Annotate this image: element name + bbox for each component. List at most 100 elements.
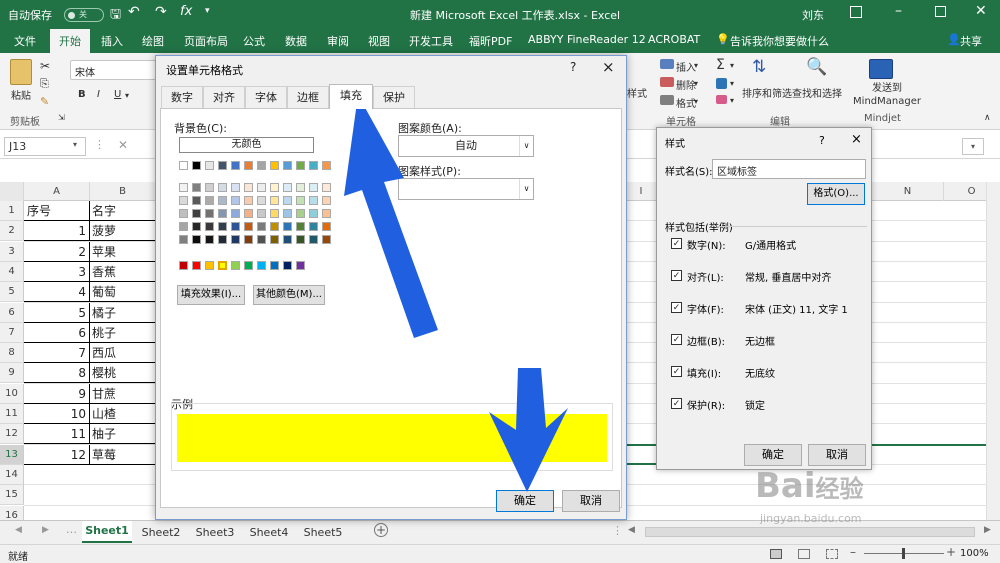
zoom-level[interactable]: 100% — [960, 548, 989, 559]
color-swatch[interactable] — [218, 209, 227, 218]
color-swatch[interactable] — [257, 209, 266, 218]
tab-review[interactable]: 审阅 — [327, 33, 349, 49]
pattern-style-dropdown-icon[interactable]: ∨ — [519, 179, 533, 199]
color-swatch[interactable] — [257, 196, 266, 205]
color-swatch[interactable] — [296, 235, 305, 244]
row-header[interactable]: 2 — [0, 221, 24, 242]
color-swatch[interactable] — [322, 161, 331, 170]
cancel-entry-icon[interactable]: ✕ — [118, 138, 128, 152]
color-swatch[interactable] — [218, 196, 227, 205]
color-swatch[interactable] — [179, 222, 188, 231]
color-swatch[interactable] — [296, 161, 305, 170]
sheet-tab-sheet1[interactable]: Sheet1 — [82, 521, 132, 543]
row-header[interactable]: 4 — [0, 261, 24, 282]
style-item-checkbox[interactable]: ✓ — [671, 366, 682, 377]
row-header[interactable]: 10 — [0, 383, 24, 404]
function-icon[interactable]: fx — [180, 4, 192, 19]
user-name[interactable]: 刘东 — [802, 7, 824, 23]
cell-a[interactable]: 7 — [24, 343, 90, 364]
cell-b[interactable]: 苹果 — [90, 241, 156, 262]
color-swatch[interactable] — [231, 196, 240, 205]
fill-effects-button[interactable]: 填充效果(I)... — [177, 285, 245, 305]
tab-developer[interactable]: 开发工具 — [409, 33, 453, 49]
cell-a[interactable]: 5 — [24, 302, 90, 323]
cell-a[interactable]: 3 — [24, 261, 90, 282]
page-break-view-icon[interactable] — [826, 549, 838, 559]
color-swatch[interactable] — [309, 183, 318, 192]
tab-foxit-pdf[interactable]: 福昕PDF — [469, 33, 512, 49]
style-format-button[interactable]: 格式(O)... — [807, 183, 865, 205]
cell-b[interactable]: 山楂 — [90, 404, 156, 424]
color-swatch[interactable] — [179, 161, 188, 170]
add-sheet-icon[interactable]: + — [374, 523, 388, 537]
find-select-icon[interactable]: 🔍 — [806, 57, 827, 77]
row-header[interactable]: 13 — [0, 444, 24, 465]
cell-a[interactable]: 9 — [24, 383, 90, 404]
color-swatch[interactable] — [296, 196, 305, 205]
redo-icon[interactable]: ↷ — [155, 4, 167, 20]
color-swatch[interactable] — [205, 161, 214, 170]
format-cancel-button[interactable]: 取消 — [562, 490, 620, 512]
tab-file[interactable]: 文件 — [14, 33, 36, 49]
insert-cells-icon[interactable] — [660, 59, 674, 69]
row-header[interactable]: 14 — [0, 464, 24, 485]
color-swatch[interactable] — [322, 183, 331, 192]
color-swatch[interactable] — [270, 161, 279, 170]
color-swatch[interactable] — [205, 209, 214, 218]
share-button[interactable]: 共享 — [960, 33, 982, 49]
cell-a[interactable]: 10 — [24, 404, 90, 424]
fill-dropdown-icon[interactable]: ▾ — [730, 79, 734, 88]
color-swatch[interactable] — [218, 161, 227, 170]
tell-me-search[interactable]: 告诉我你想要做什么 — [730, 33, 829, 49]
color-swatch[interactable] — [231, 222, 240, 231]
fill-icon[interactable] — [716, 78, 727, 89]
color-swatch[interactable] — [270, 261, 279, 270]
color-swatch[interactable] — [231, 261, 240, 270]
paste-icon[interactable] — [10, 59, 32, 85]
format-dropdown-icon[interactable]: ▾ — [694, 97, 698, 106]
column-header-i[interactable]: I — [625, 182, 658, 201]
tab-acrobat[interactable]: ACROBAT — [648, 33, 700, 46]
color-swatch[interactable] — [270, 183, 279, 192]
color-swatch[interactable] — [283, 196, 292, 205]
color-swatch[interactable] — [270, 222, 279, 231]
row-header[interactable]: 9 — [0, 363, 24, 384]
cell-a[interactable]: 11 — [24, 424, 90, 445]
save-icon[interactable]: 🖫 — [110, 5, 121, 27]
row-header[interactable]: 8 — [0, 343, 24, 364]
tab-abbyy[interactable]: ABBYY FineReader 12 — [528, 33, 646, 46]
color-swatch[interactable] — [257, 261, 266, 270]
color-swatch[interactable] — [179, 261, 188, 270]
color-swatch[interactable] — [309, 196, 318, 205]
font-name-box[interactable]: 宋体 — [70, 60, 156, 80]
next-sheet-icon[interactable]: ▶ — [42, 525, 49, 535]
expand-formula-icon[interactable]: ▾ — [962, 138, 984, 155]
pattern-color-select[interactable]: 自动 ∨ — [398, 135, 534, 157]
bold-button[interactable]: B — [78, 89, 86, 100]
color-swatch[interactable] — [322, 209, 331, 218]
tab-draw[interactable]: 绘图 — [142, 33, 164, 49]
tab-data[interactable]: 数据 — [285, 33, 307, 49]
share-icon[interactable]: 👤 — [947, 33, 961, 46]
color-swatch[interactable] — [179, 183, 188, 192]
color-swatch[interactable] — [218, 235, 227, 244]
zoom-out-icon[interactable]: – — [850, 545, 856, 559]
tab-fill[interactable]: 填充 — [329, 84, 373, 109]
color-swatch[interactable] — [283, 183, 292, 192]
select-all-corner[interactable] — [0, 182, 24, 201]
color-swatch[interactable] — [231, 209, 240, 218]
tab-font[interactable]: 字体 — [245, 86, 287, 108]
color-swatch[interactable] — [270, 209, 279, 218]
autosum-dropdown-icon[interactable]: ▾ — [730, 61, 734, 70]
color-swatch[interactable] — [309, 209, 318, 218]
color-swatch[interactable] — [322, 235, 331, 244]
row-header[interactable]: 7 — [0, 322, 24, 343]
style-item-checkbox[interactable]: ✓ — [671, 398, 682, 409]
color-swatch[interactable] — [218, 261, 227, 270]
pattern-style-select[interactable]: ∨ — [398, 178, 534, 200]
color-swatch[interactable] — [205, 183, 214, 192]
column-header-b[interactable]: B — [90, 182, 156, 201]
formula-bar-grip-icon[interactable]: ⋮ — [94, 138, 105, 151]
color-swatch[interactable] — [309, 235, 318, 244]
cell-b[interactable]: 菠萝 — [90, 221, 156, 242]
